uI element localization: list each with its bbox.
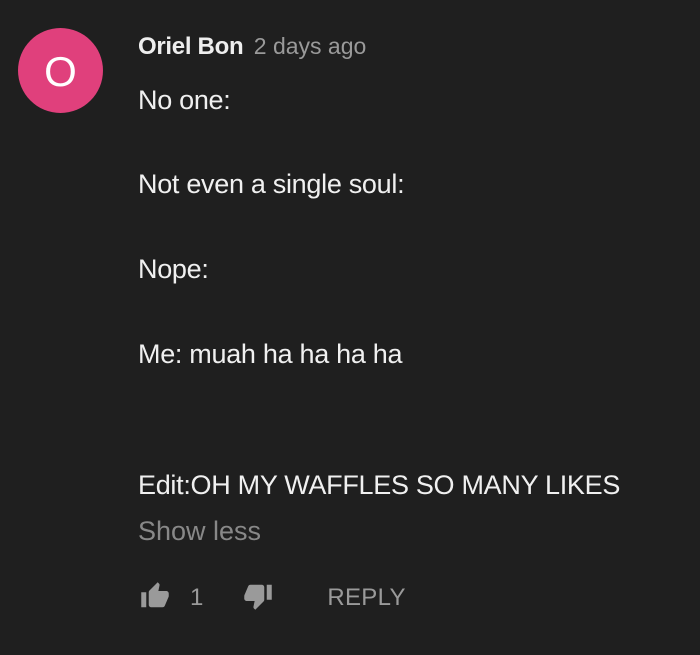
author-name[interactable]: Oriel Bon: [138, 33, 244, 60]
like-count: 1: [190, 584, 204, 611]
like-button[interactable]: [138, 581, 172, 615]
reply-button[interactable]: REPLY: [327, 584, 405, 612]
comment-text-line: Not even a single soul:: [138, 169, 405, 199]
comment-header: Oriel Bon 2 days ago: [138, 33, 366, 61]
show-less-link[interactable]: Show less: [138, 516, 261, 547]
comment-timestamp[interactable]: 2 days ago: [254, 33, 367, 59]
thumbs-down-icon: [243, 581, 273, 616]
comment-text-line: Me: muah ha ha ha ha: [138, 339, 403, 369]
comment-text-line: No one:: [138, 85, 231, 115]
avatar[interactable]: O: [18, 28, 103, 113]
avatar-letter: O: [44, 47, 77, 95]
comment-text-line: Nope:: [138, 254, 209, 284]
comment-text-line: Edit:OH MY WAFFLES SO MANY LIKES: [138, 470, 621, 500]
comment: O Oriel Bon 2 days ago No one: Not even …: [0, 0, 700, 655]
thumbs-up-icon: [140, 581, 170, 616]
comment-actions: 1 REPLY: [138, 578, 406, 618]
dislike-button[interactable]: [241, 581, 275, 615]
